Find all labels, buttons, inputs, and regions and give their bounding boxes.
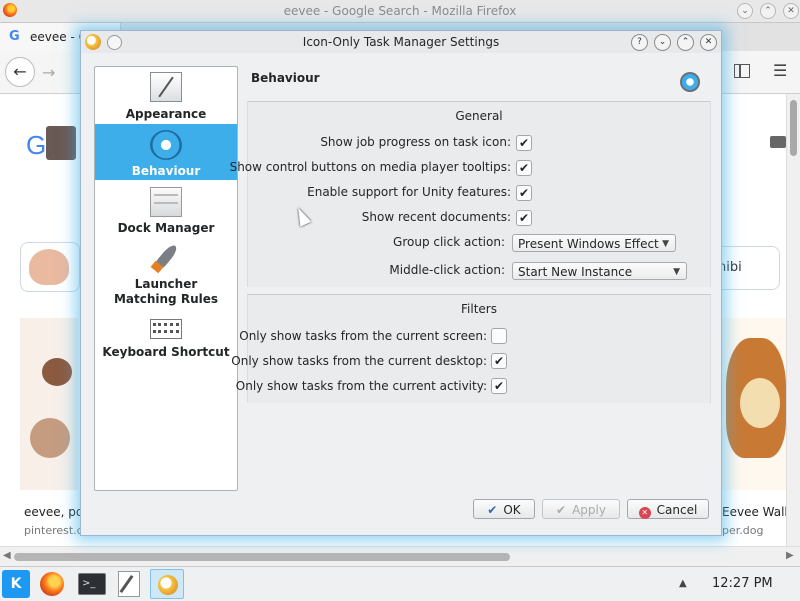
current-screen-checkbox[interactable] [491,328,507,344]
firefox-window-title: eevee - Google Search - Mozilla Firefox [283,4,517,18]
result-right-title[interactable]: Eevee Wallp [722,505,795,519]
hamburger-menu-icon[interactable]: ☰ [773,61,787,80]
application-launcher-icon[interactable]: K [2,570,30,598]
vertical-scrollbar[interactable] [786,94,800,546]
keyboard-icon [150,319,182,339]
dialog-title: Icon-Only Task Manager Settings [302,35,500,49]
group-click-label: Group click action: [393,235,505,249]
middle-click-action-value: Start New Instance [518,265,633,279]
minimize-icon[interactable]: ⌄ [737,3,753,19]
appearance-icon [150,72,182,102]
checkbox-label: Only show tasks from the current desktop… [231,354,487,368]
horizontal-scrollbar[interactable]: ◀ ▶ [0,546,800,567]
settings-sidebar: Appearance Behaviour Dock Manager Launch… [94,66,238,491]
show-job-progress-checkbox[interactable]: ✔ [516,135,532,151]
check-icon: ✔ [487,503,498,517]
ok-button[interactable]: ✔ OK [473,499,535,519]
behaviour-icon [150,130,182,160]
checkbox-label: Show job progress on task icon: [320,135,511,149]
sidebar-item-behaviour[interactable]: Behaviour [95,124,237,180]
result-image-right[interactable] [720,318,790,490]
vertical-scrollbar-thumb[interactable] [790,100,797,156]
forward-button[interactable]: → [42,63,55,82]
text-editor-launcher-icon[interactable] [118,571,140,597]
camera-icon[interactable] [770,136,786,148]
check-icon: ✔ [556,503,567,517]
cancel-label: Cancel [656,503,698,517]
minimize-icon[interactable]: ⌄ [654,34,671,51]
result-right-source: per.dog [722,524,764,537]
result-left-source: pinterest.c [24,524,83,537]
ok-label: OK [503,503,521,517]
clock[interactable]: 12:27 PM [712,576,773,591]
show-media-buttons-checkbox[interactable]: ✔ [516,160,532,176]
checkbox-label: Only show tasks from the current screen: [239,329,487,343]
close-icon[interactable]: ✕ [700,34,717,51]
maximize-icon[interactable]: ⌃ [677,34,694,51]
group-click-action-value: Present Windows Effect [518,237,659,251]
group-title: Filters [461,302,497,316]
group-title: General [455,109,503,123]
current-activity-checkbox[interactable]: ✔ [491,378,507,394]
google-favicon-icon: G [9,29,20,44]
dock-manager-icon [150,187,182,217]
result-image-left[interactable] [20,318,78,490]
launcher-rocket-icon [150,243,182,273]
taskbar: K >_ ▲ 12:27 PM [0,566,800,601]
checkbox-label: Show control buttons on media player too… [229,160,511,174]
sidebar-item-launcher-matching-rules[interactable]: Launcher Matching Rules [95,239,237,309]
sidebar-item-dock-manager[interactable]: Dock Manager [95,181,237,237]
page-title: Behaviour [251,71,320,85]
firefox-launcher-icon[interactable] [40,572,64,596]
chevron-down-icon: ▼ [662,239,669,249]
eevee-thumbnail [29,249,69,285]
google-logo[interactable]: G [26,130,46,161]
task-manager-settings-task[interactable] [150,569,184,599]
middle-click-label: Middle-click action: [389,263,505,277]
scroll-right-icon[interactable]: ▶ [786,550,794,561]
general-group: General Show job progress on task icon: … [230,101,711,287]
terminal-launcher-icon[interactable]: >_ [78,573,106,595]
middle-click-action-select[interactable]: Start New Instance ▼ [512,262,687,280]
checkbox-label: Enable support for Unity features: [307,185,511,199]
group-click-action-select[interactable]: Present Windows Effect ▼ [512,234,676,252]
task-manager-gear-icon [680,72,700,92]
task-manager-app-icon [158,575,178,595]
sidebar-toggle-icon[interactable] [734,64,750,78]
help-icon[interactable]: ? [631,34,648,51]
current-desktop-checkbox[interactable]: ✔ [491,353,507,369]
apply-label: Apply [572,503,606,517]
settings-dialog: Icon-Only Task Manager Settings ? ⌄ ⌃ ✕ … [80,30,722,536]
back-button[interactable]: ← [5,57,35,87]
sidebar-item-keyboard-shortcut[interactable]: Keyboard Shortcut [95,315,237,365]
recent-documents-checkbox[interactable]: ✔ [516,210,532,226]
cancel-button[interactable]: ✕ Cancel [627,499,709,519]
maximize-icon[interactable]: ⌃ [760,3,776,19]
checkbox-label: Only show tasks from the current activit… [235,379,487,393]
dialog-titlebar[interactable]: Icon-Only Task Manager Settings ? ⌄ ⌃ ✕ [81,31,721,53]
avatar[interactable] [46,126,76,160]
system-tray-expand-icon[interactable]: ▲ [679,578,687,589]
close-icon[interactable]: ✕ [783,3,799,19]
filters-group: Filters Only show tasks from the current… [231,294,711,403]
horizontal-scrollbar-thumb[interactable] [14,553,510,561]
checkbox-label: Show recent documents: [361,210,511,224]
search-chip-left[interactable] [20,242,80,292]
firefox-titlebar: eevee - Google Search - Mozilla Firefox … [0,0,800,23]
scroll-left-icon[interactable]: ◀ [3,550,11,561]
apply-button[interactable]: ✔ Apply [542,499,620,519]
settings-page: Behaviour General Show job progress on t… [230,66,711,496]
sidebar-item-appearance[interactable]: Appearance [95,67,237,123]
cancel-icon: ✕ [638,507,651,519]
unity-support-checkbox[interactable]: ✔ [516,185,532,201]
chevron-down-icon: ▼ [673,267,680,277]
result-left-title[interactable]: eevee, pol [24,505,87,519]
